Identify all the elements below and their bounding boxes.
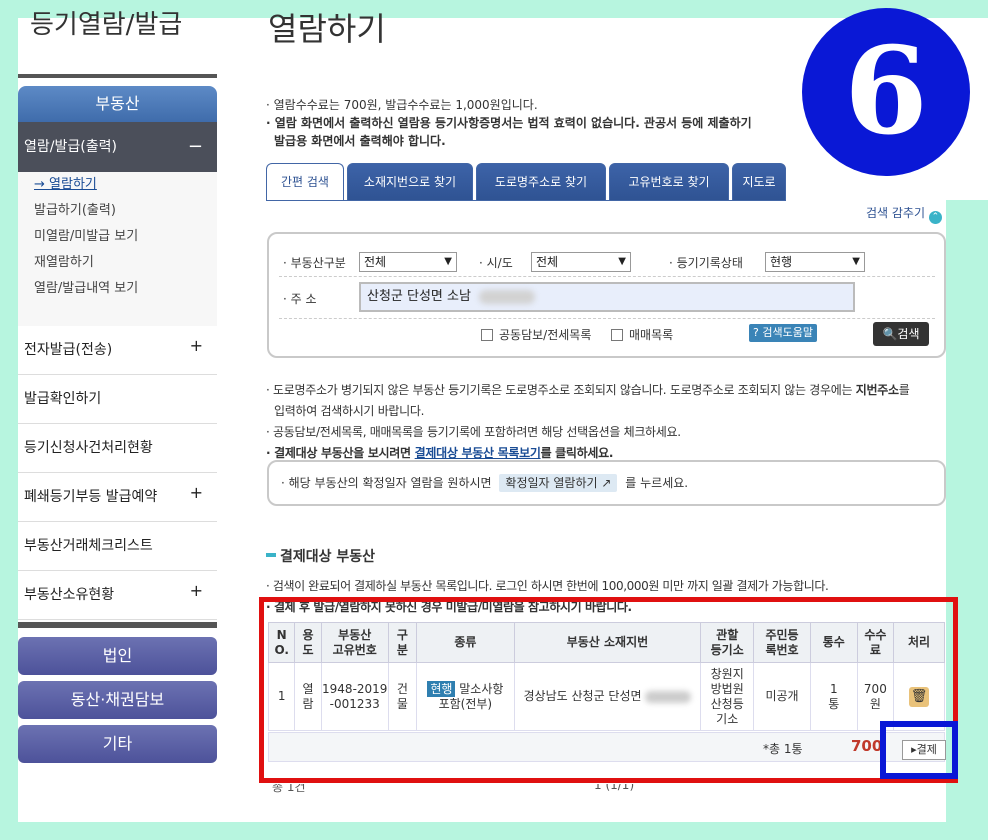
payment-list-link[interactable]: 결제대상 부동산 목록보기 (415, 446, 541, 460)
sidebar-cat-corporation[interactable]: 법인 (18, 637, 217, 675)
sidebar-foot-rule (18, 622, 217, 628)
confirm-date-box: · 해당 부동산의 확정일자 열람을 원하시면 확정일자 열람하기 ↗ 를 누르… (267, 460, 946, 506)
joint-collateral-checkbox[interactable]: 공동담보/전세목록 (481, 326, 591, 343)
submenu-history[interactable]: 열람/발급내역 보기 (18, 276, 217, 302)
submenu-view[interactable]: → 열람하기 (18, 172, 217, 198)
pagination-row: 총 1건 1 (1/1) (272, 784, 635, 794)
sidebar-realestate-header[interactable]: 부동산 (18, 86, 217, 122)
collapse-search-button[interactable]: 검색 감추기 ⌃ (866, 204, 942, 224)
search-button[interactable]: 🔍검색 (873, 322, 929, 346)
form-divider (279, 318, 935, 319)
address-input[interactable]: 산청군 단성면 소남 (359, 282, 855, 312)
sido-label: · 시/도 (479, 256, 513, 270)
submenu-review[interactable]: 재열람하기 (18, 250, 217, 276)
sidebar-cat-other[interactable]: 기타 (18, 725, 217, 763)
search-tabs: 간편 검색 소재지번으로 찾기 도로명주소로 찾기 고유번호로 찾기 지도로 (266, 163, 786, 201)
tab-lot-number[interactable]: 소재지번으로 찾기 (347, 163, 473, 201)
confirm-date-button[interactable]: 확정일자 열람하기 ↗ (499, 474, 618, 492)
frame-bottom (0, 822, 988, 840)
sidebar-item-label: 열람/발급(출력) (24, 139, 117, 155)
sidebar-item-closed-reservation[interactable]: 폐쇄등기부등 발급예약 + (18, 473, 217, 522)
type-select[interactable]: 전체 ▼ (359, 252, 457, 272)
status-select[interactable]: 현행 ▼ (765, 252, 865, 272)
type-label: · 부동산구분 (283, 256, 346, 270)
highlight-red-box (259, 597, 958, 783)
tab-line (266, 200, 786, 201)
form-divider (279, 276, 935, 277)
step-badge: 6 (802, 8, 970, 176)
status-label: · 등기기록상태 (669, 256, 743, 270)
expand-icon: + (189, 581, 203, 600)
chevron-down-icon: ▼ (852, 256, 860, 267)
fee-notice: · 열람수수료는 700원, 발급수수료는 1,000원입니다. · 열람 화면… (266, 98, 752, 148)
page-title: 열람하기 (268, 10, 386, 48)
search-icon: 🔍 (882, 327, 898, 341)
tab-unique-number[interactable]: 고유번호로 찾기 (609, 163, 729, 201)
expand-icon: + (189, 336, 203, 355)
sidebar-title: 등기열람/발급 (30, 10, 183, 40)
tab-map[interactable]: 지도로 (732, 163, 786, 201)
sidebar-submenu: → 열람하기 발급하기(출력) 미열람/미발급 보기 재열람하기 열람/발급내역… (18, 172, 217, 326)
question-icon: ? (753, 326, 759, 339)
chevron-up-icon: ⌃ (928, 211, 942, 224)
frame-left (0, 0, 18, 840)
address-label: · 주 소 (283, 292, 317, 306)
submenu-unviewed[interactable]: 미열람/미발급 보기 (18, 224, 217, 250)
search-form: · 부동산구분 전체 ▼ · 시/도 전체 ▼ · 등기기록상태 현행 ▼ · 주 소… (267, 232, 946, 358)
chevron-down-icon: ▼ (618, 256, 626, 267)
sales-list-checkbox[interactable]: 매매목록 (611, 326, 673, 343)
sidebar-cat-movable[interactable]: 동산·채권담보 (18, 681, 217, 719)
sidebar-item-view-issue[interactable]: 열람/발급(출력) − (18, 122, 217, 172)
sidebar-item-status[interactable]: 등기신청사건처리현황 (18, 424, 217, 473)
sidebar-rule (18, 74, 217, 78)
submenu-issue[interactable]: 발급하기(출력) (18, 198, 217, 224)
collapse-icon: − (187, 136, 203, 157)
section-title: 결제대상 부동산 (266, 546, 375, 566)
highlight-blue-box (880, 721, 958, 779)
tab-road-address[interactable]: 도로명주소로 찾기 (476, 163, 606, 201)
tab-simple-search[interactable]: 간편 검색 (266, 163, 344, 201)
redaction-blur (479, 290, 535, 304)
sido-select[interactable]: 전체 ▼ (531, 252, 631, 272)
chevron-down-icon: ▼ (444, 256, 452, 267)
sidebar-item-e-issue[interactable]: 전자발급(전송) + (18, 326, 217, 375)
sidebar-item-verify[interactable]: 발급확인하기 (18, 375, 217, 424)
sidebar-item-ownership[interactable]: 부동산소유현황 + (18, 571, 217, 620)
external-link-icon: ↗ (601, 476, 612, 490)
search-help-button[interactable]: ? 검색도움말 (749, 324, 817, 342)
search-info: · 도로명주소가 병기되지 않은 부동산 등기기록은 도로명주소로 조회되지 않… (266, 383, 910, 460)
sidebar-item-checklist[interactable]: 부동산거래체크리스트 (18, 522, 217, 571)
expand-icon: + (189, 483, 203, 502)
